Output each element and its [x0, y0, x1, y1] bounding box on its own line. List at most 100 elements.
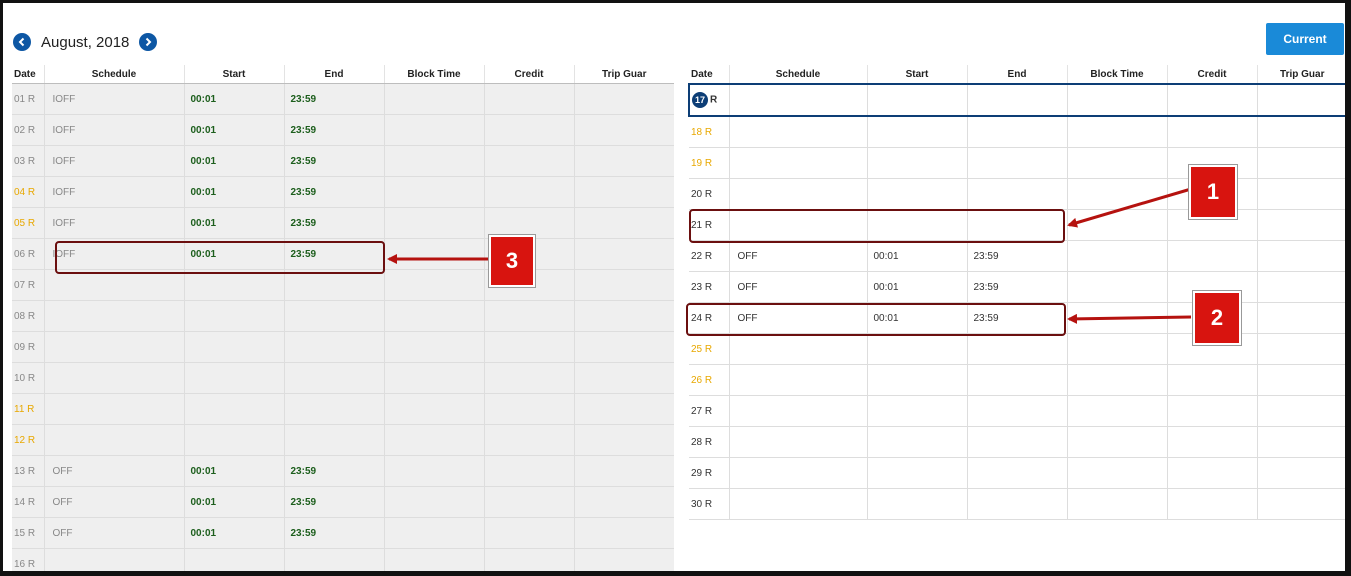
table-row[interactable]: 03 R IOFF 00:01 23:59: [12, 145, 674, 177]
schedule-cell: [43, 331, 184, 363]
end-time-cell: [283, 331, 384, 363]
callout-badge-3: 3: [489, 235, 535, 287]
schedule-cell: [43, 393, 184, 425]
credit-cell: [483, 455, 574, 487]
table-row[interactable]: 11 R: [12, 393, 674, 425]
table-row[interactable]: 07 R: [12, 269, 674, 301]
schedule-cell: [728, 364, 867, 396]
block-time-cell: [1066, 83, 1167, 117]
column-header-credit: Credit: [1166, 65, 1257, 85]
schedule-cell: OFF: [43, 486, 184, 518]
credit-cell: [483, 300, 574, 332]
table-row[interactable]: 13 R OFF 00:01 23:59: [12, 455, 674, 487]
block-time-cell: [1066, 271, 1167, 303]
trip-guar-cell: [573, 424, 674, 456]
table-row[interactable]: 30 R: [689, 488, 1345, 520]
column-header-end: End: [283, 65, 384, 84]
table-row[interactable]: 04 R IOFF 00:01 23:59: [12, 176, 674, 208]
block-time-cell: [1066, 302, 1167, 334]
block-time-cell: [383, 393, 484, 425]
credit-cell: [1166, 488, 1257, 520]
end-time-cell: [283, 393, 384, 425]
table-row[interactable]: 26 R: [689, 364, 1345, 396]
date-cell: 19 R: [689, 147, 729, 179]
column-header-date: Date: [12, 65, 44, 84]
table-row[interactable]: 10 R: [12, 362, 674, 394]
credit-cell: [483, 362, 574, 394]
block-time-cell: [1066, 488, 1167, 520]
credit-cell: [483, 207, 574, 239]
start-time-cell: [866, 457, 967, 489]
chevron-left-circle-icon[interactable]: [13, 33, 31, 51]
table-row[interactable]: 08 R: [12, 300, 674, 332]
start-time-cell: [183, 424, 284, 456]
end-time-cell: 23:59: [283, 486, 384, 518]
block-time-cell: [383, 83, 484, 115]
table-row[interactable]: 25 R: [689, 333, 1345, 365]
column-header-block-time: Block Time: [383, 65, 484, 84]
end-time-cell: [966, 457, 1067, 489]
callout-highlight-1: [689, 209, 1065, 243]
start-time-cell: 00:01: [866, 240, 967, 272]
trip-guar-cell: [573, 83, 674, 115]
block-time-cell: [383, 486, 484, 518]
end-time-cell: 23:59: [283, 517, 384, 549]
table-row[interactable]: 02 R IOFF 00:01 23:59: [12, 114, 674, 146]
date-cell: 07 R: [12, 269, 44, 301]
date-cell: 04 R: [12, 176, 44, 208]
trip-guar-cell: [1256, 488, 1345, 520]
credit-cell: [483, 145, 574, 177]
start-time-cell: [866, 178, 967, 210]
block-time-cell: [383, 517, 484, 549]
table-row[interactable]: 27 R: [689, 395, 1345, 427]
table-row[interactable]: 01 R IOFF 00:01 23:59: [12, 83, 674, 115]
end-time-cell: [966, 83, 1067, 117]
end-time-cell: 23:59: [966, 271, 1067, 303]
start-time-cell: 00:01: [183, 517, 284, 549]
table-row[interactable]: 12 R: [12, 424, 674, 456]
table-row[interactable]: 29 R: [689, 457, 1345, 489]
end-time-cell: [283, 424, 384, 456]
end-time-cell: [966, 488, 1067, 520]
current-button[interactable]: Current: [1266, 23, 1344, 55]
start-time-cell: 00:01: [183, 114, 284, 146]
table-row[interactable]: 28 R: [689, 426, 1345, 458]
trip-guar-cell: [1256, 240, 1345, 272]
trip-guar-cell: [1256, 147, 1345, 179]
schedule-cell: [728, 395, 867, 427]
table-row[interactable]: 22 R OFF 00:01 23:59: [689, 240, 1345, 272]
schedule-cell: [728, 83, 867, 117]
date-cell: 18 R: [689, 116, 729, 148]
end-time-cell: [283, 362, 384, 394]
table-row[interactable]: 14 R OFF 00:01 23:59: [12, 486, 674, 518]
table-row[interactable]: 19 R: [689, 147, 1345, 179]
start-time-cell: 00:01: [183, 207, 284, 239]
schedule-cell: [43, 362, 184, 394]
schedule-cell: [728, 488, 867, 520]
table-row[interactable]: 16 R: [12, 548, 674, 571]
table-row[interactable]: 17 R: [688, 83, 1345, 117]
trip-guar-cell: [573, 393, 674, 425]
table-row[interactable]: 18 R: [689, 116, 1345, 148]
start-time-cell: [183, 331, 284, 363]
date-cell: 15 R: [12, 517, 44, 549]
schedule-cell: [728, 178, 867, 210]
schedule-cell: [728, 147, 867, 179]
table-row[interactable]: 09 R: [12, 331, 674, 363]
schedule-cell: [43, 548, 184, 571]
chevron-right-circle-icon[interactable]: [139, 33, 158, 51]
end-time-cell: 23:59: [966, 240, 1067, 272]
end-time-cell: [966, 178, 1067, 210]
date-cell: 14 R: [12, 486, 44, 518]
trip-guar-cell: [573, 114, 674, 146]
table-row[interactable]: 23 R OFF 00:01 23:59: [689, 271, 1345, 303]
trip-guar-cell: [573, 331, 674, 363]
credit-cell: [483, 176, 574, 208]
start-time-cell: [183, 362, 284, 394]
table-row[interactable]: 20 R: [689, 178, 1345, 210]
start-time-cell: 00:01: [183, 83, 284, 115]
table-row[interactable]: 15 R OFF 00:01 23:59: [12, 517, 674, 549]
end-time-cell: 23:59: [283, 207, 384, 239]
table-row[interactable]: 05 R IOFF 00:01 23:59: [12, 207, 674, 239]
schedule-cell: [43, 300, 184, 332]
